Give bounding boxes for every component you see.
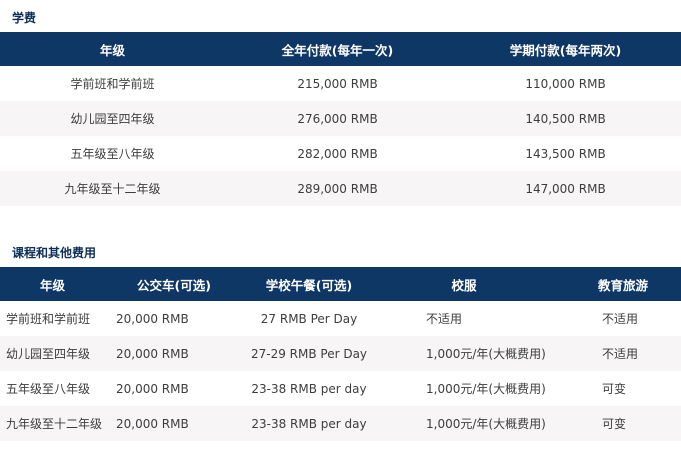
grade-cell: 幼儿园至四年级 xyxy=(0,336,104,371)
tuition-section-title: 学费 xyxy=(12,11,37,25)
grade-cell: 五年级至八年级 xyxy=(0,371,104,406)
grade-cell: 九年级至十二年级 xyxy=(0,406,104,441)
annual-fee-cell: 276,000 RMB xyxy=(225,101,450,136)
table-row: 五年级至八年级 282,000 RMB 143,500 RMB xyxy=(0,136,681,171)
table-row: 九年级至十二年级 20,000 RMB 23-38 RMB per day 1,… xyxy=(0,406,681,441)
table-row: 幼儿园至四年级 20,000 RMB 27-29 RMB Per Day 1,0… xyxy=(0,336,681,371)
grade-cell: 学前班和学前班 xyxy=(0,301,104,336)
grade-cell: 幼儿园至四年级 xyxy=(0,101,225,136)
bus-fee-cell: 20,000 RMB xyxy=(104,301,244,336)
semester-fee-cell: 110,000 RMB xyxy=(450,66,681,101)
uniform-fee-cell: 1,000元/年(大概费用) xyxy=(374,371,554,406)
table-row: 五年级至八年级 20,000 RMB 23-38 RMB per day 1,0… xyxy=(0,371,681,406)
semester-fee-cell: 147,000 RMB xyxy=(450,171,681,206)
tuition-table: 年级 全年付款(每年一次) 学期付款(每年两次) 学前班和学前班 215,000… xyxy=(0,32,681,206)
edu-travel-cell: 不适用 xyxy=(554,336,681,371)
header-bus: 公交车(可选) xyxy=(104,267,244,301)
table-row: 学前班和学前班 20,000 RMB 27 RMB Per Day 不适用 不适… xyxy=(0,301,681,336)
annual-fee-cell: 215,000 RMB xyxy=(225,66,450,101)
uniform-fee-cell: 不适用 xyxy=(374,301,554,336)
header-uniform: 校服 xyxy=(374,267,554,301)
edu-travel-cell: 可变 xyxy=(554,406,681,441)
header-annual-payment: 全年付款(每年一次) xyxy=(225,32,450,66)
bus-fee-cell: 20,000 RMB xyxy=(104,371,244,406)
header-edu-travel: 教育旅游 xyxy=(554,267,681,301)
lunch-fee-cell: 27-29 RMB Per Day xyxy=(244,336,374,371)
table-row: 学前班和学前班 215,000 RMB 110,000 RMB xyxy=(0,66,681,101)
annual-fee-cell: 282,000 RMB xyxy=(225,136,450,171)
header-grade: 年级 xyxy=(0,32,225,66)
uniform-fee-cell: 1,000元/年(大概费用) xyxy=(374,406,554,441)
bus-fee-cell: 20,000 RMB xyxy=(104,336,244,371)
edu-travel-cell: 不适用 xyxy=(554,301,681,336)
lunch-fee-cell: 27 RMB Per Day xyxy=(244,301,374,336)
grade-cell: 学前班和学前班 xyxy=(0,66,225,101)
semester-fee-cell: 143,500 RMB xyxy=(450,136,681,171)
edu-travel-cell: 可变 xyxy=(554,371,681,406)
annual-fee-cell: 289,000 RMB xyxy=(225,171,450,206)
other-fees-table: 年级 公交车(可选) 学校午餐(可选) 校服 教育旅游 学前班和学前班 20,0… xyxy=(0,267,681,441)
lunch-fee-cell: 23-38 RMB per day xyxy=(244,406,374,441)
other-fees-header-row: 年级 公交车(可选) 学校午餐(可选) 校服 教育旅游 xyxy=(0,267,681,301)
tuition-header-row: 年级 全年付款(每年一次) 学期付款(每年两次) xyxy=(0,32,681,66)
table-row: 九年级至十二年级 289,000 RMB 147,000 RMB xyxy=(0,171,681,206)
lunch-fee-cell: 23-38 RMB per day xyxy=(244,371,374,406)
bus-fee-cell: 20,000 RMB xyxy=(104,406,244,441)
grade-cell: 九年级至十二年级 xyxy=(0,171,225,206)
semester-fee-cell: 140,500 RMB xyxy=(450,101,681,136)
grade-cell: 五年级至八年级 xyxy=(0,136,225,171)
header-lunch: 学校午餐(可选) xyxy=(244,267,374,301)
header-semester-payment: 学期付款(每年两次) xyxy=(450,32,681,66)
uniform-fee-cell: 1,000元/年(大概费用) xyxy=(374,336,554,371)
header-grade: 年级 xyxy=(0,267,104,301)
table-row: 幼儿园至四年级 276,000 RMB 140,500 RMB xyxy=(0,101,681,136)
other-fees-section-title: 课程和其他费用 xyxy=(12,246,97,260)
